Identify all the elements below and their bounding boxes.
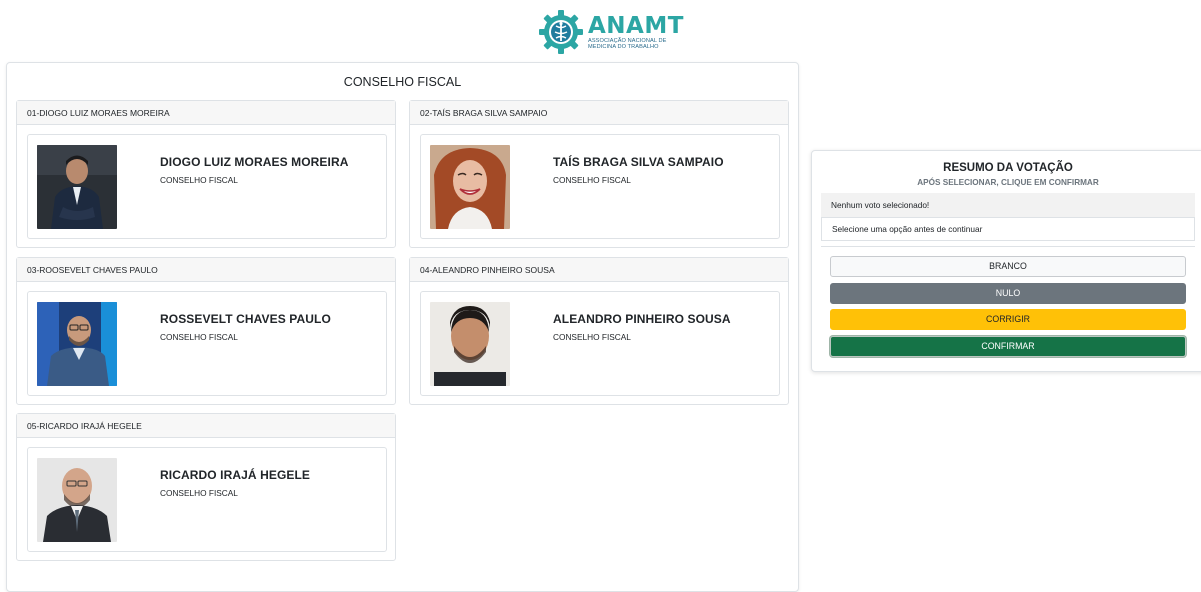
summary-subtitle: APÓS SELECIONAR, CLIQUE EM CONFIRMAR — [917, 178, 1099, 187]
candidate-option-3[interactable]: ROSSEVELT CHAVES PAULO CONSELHO FISCAL — [27, 291, 387, 396]
confirm-button[interactable]: CONFIRMAR — [830, 336, 1186, 357]
candidate-option-2[interactable]: TAÍS BRAGA SILVA SAMPAIO CONSELHO FISCAL — [420, 134, 780, 239]
blank-vote-button[interactable]: BRANCO — [830, 256, 1186, 277]
candidate-photo — [37, 458, 117, 542]
candidate-photo — [37, 145, 117, 229]
candidate-role: CONSELHO FISCAL — [553, 332, 631, 342]
candidate-role: CONSELHO FISCAL — [160, 175, 238, 185]
candidate-role: CONSELHO FISCAL — [553, 175, 631, 185]
candidate-card-header: 02-TAÍS BRAGA SILVA SAMPAIO — [410, 101, 788, 125]
candidate-photo — [430, 302, 510, 386]
ballot-panel: CONSELHO FISCAL 01-DIOGO LUIZ MORAES MOR… — [6, 62, 799, 592]
candidate-card-header: 03-ROOSEVELT CHAVES PAULO — [17, 258, 395, 282]
candidate-card-1: 01-DIOGO LUIZ MORAES MOREIRA DIOGO LUIZ … — [16, 100, 396, 248]
logo-name: ANAMT — [588, 12, 684, 39]
correct-button[interactable]: CORRIGIR — [830, 309, 1186, 330]
logo-subtitle-line2: MEDICINA DO TRABALHO — [588, 44, 659, 50]
panel-title: CONSELHO FISCAL — [343, 75, 462, 89]
candidate-photo — [37, 302, 117, 386]
page-header: ANAMT ASSOCIAÇÃO NACIONAL DE MEDICINA DO… — [0, 0, 1201, 60]
candidate-card-header: 05-RICARDO IRAJÁ HEGELE — [17, 414, 395, 438]
person-photo-icon — [37, 145, 117, 229]
summary-status: Nenhum voto selecionado! — [821, 193, 1195, 217]
candidate-name: ROSSEVELT CHAVES PAULO — [160, 312, 331, 326]
person-photo-icon — [37, 458, 117, 542]
summary-hint: Selecione uma opção antes de continuar — [821, 217, 1195, 241]
candidate-name: DIOGO LUIZ MORAES MOREIRA — [160, 155, 349, 169]
vote-summary-panel: RESUMO DA VOTAÇÃO APÓS SELECIONAR, CLIQU… — [811, 150, 1201, 372]
candidate-name: TAÍS BRAGA SILVA SAMPAIO — [553, 155, 724, 169]
candidate-photo — [430, 145, 510, 229]
person-photo-icon — [430, 302, 510, 386]
summary-title: RESUMO DA VOTAÇÃO — [943, 162, 1073, 174]
candidate-card-header: 04-ALEANDRO PINHEIRO SOUSA — [410, 258, 788, 282]
candidate-option-4[interactable]: ALEANDRO PINHEIRO SOUSA CONSELHO FISCAL — [420, 291, 780, 396]
gear-caduceus-logo-icon — [539, 10, 583, 54]
candidate-option-5[interactable]: RICARDO IRAJÁ HEGELE CONSELHO FISCAL — [27, 447, 387, 552]
candidate-name: RICARDO IRAJÁ HEGELE — [160, 468, 311, 482]
person-photo-icon — [430, 145, 510, 229]
summary-divider — [821, 246, 1195, 247]
anamt-logo: ANAMT ASSOCIAÇÃO NACIONAL DE MEDICINA DO… — [538, 9, 684, 55]
candidate-card-header: 01-DIOGO LUIZ MORAES MOREIRA — [17, 101, 395, 125]
candidate-option-1[interactable]: DIOGO LUIZ MORAES MOREIRA CONSELHO FISCA… — [27, 134, 387, 239]
candidate-card-3: 03-ROOSEVELT CHAVES PAULO ROSSEVELT CHAV… — [16, 257, 396, 405]
candidate-name: ALEANDRO PINHEIRO SOUSA — [553, 312, 731, 326]
candidate-role: CONSELHO FISCAL — [160, 488, 238, 498]
candidate-card-4: 04-ALEANDRO PINHEIRO SOUSA ALEANDRO PINH… — [409, 257, 789, 405]
candidate-card-5: 05-RICARDO IRAJÁ HEGELE RICARDO IRAJÁ HE… — [16, 413, 396, 561]
null-vote-button[interactable]: NULO — [830, 283, 1186, 304]
person-photo-icon — [37, 302, 117, 386]
candidate-card-2: 02-TAÍS BRAGA SILVA SAMPAIO TAÍS BRAGA S… — [409, 100, 789, 248]
candidate-role: CONSELHO FISCAL — [160, 332, 238, 342]
